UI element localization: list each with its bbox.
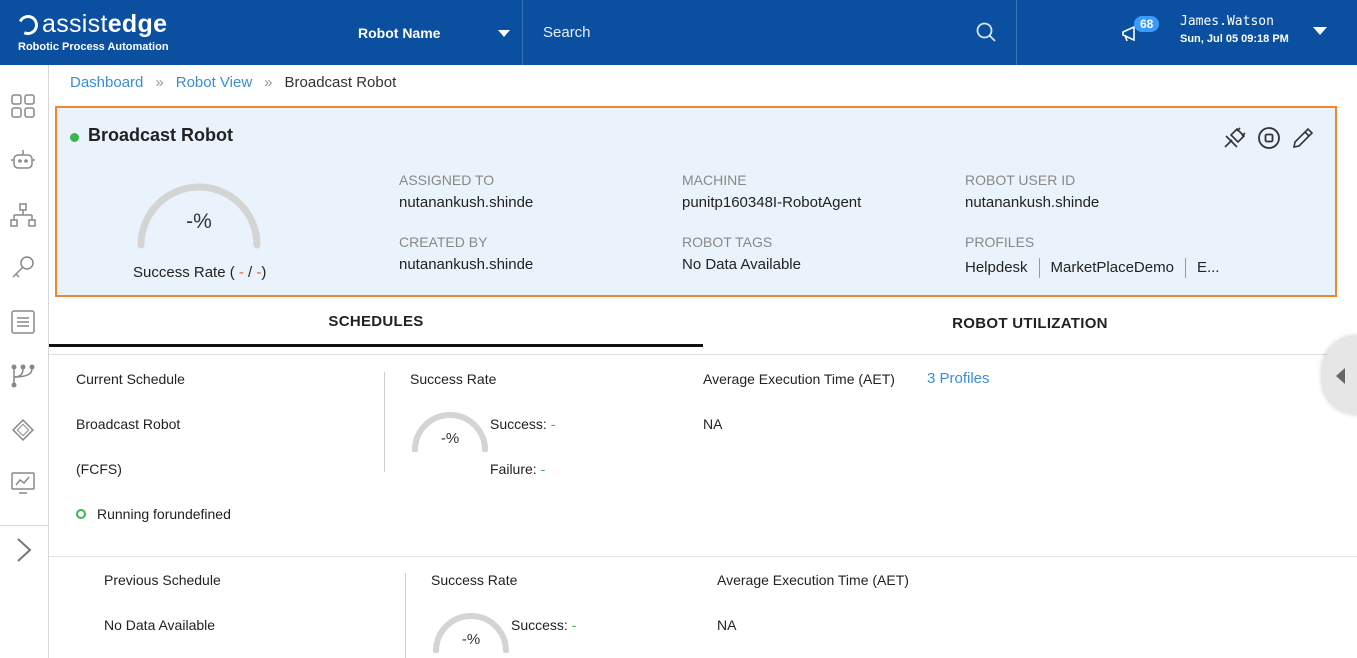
previous-success-rate-label: Success Rate — [431, 572, 518, 588]
logo-ring-icon — [15, 11, 41, 38]
schedule-divider — [49, 556, 1357, 557]
created-by-value: nutanankush.shinde — [399, 256, 534, 273]
tab-schedules[interactable]: SCHEDULES — [49, 299, 703, 347]
workflow-icon[interactable] — [10, 363, 36, 389]
hierarchy-icon[interactable] — [10, 202, 36, 228]
current-aet-label: Average Execution Time (AET) — [703, 371, 895, 387]
failure-value: - — [540, 461, 546, 477]
robot-status-dot — [70, 133, 79, 142]
success-rate-separator: / — [243, 264, 257, 281]
breadcrumb-separator: » — [155, 74, 164, 91]
robot-name-dropdown-label: Robot Name — [358, 24, 441, 41]
chevron-left-icon — [1336, 368, 1345, 384]
tab-schedules-label: SCHEDULES — [328, 313, 424, 330]
assigned-to-label: ASSIGNED TO — [399, 172, 495, 188]
monitor-chart-icon[interactable] — [10, 470, 36, 496]
brand-suffix: edge — [107, 10, 168, 38]
success-rate-gauge — [137, 183, 261, 249]
previous-success-gauge-value: -% — [461, 631, 481, 648]
current-aet-value: NA — [703, 416, 723, 432]
robot-tags-label: ROBOT TAGS — [682, 234, 773, 250]
search-placeholder: Search — [543, 24, 591, 41]
robot-title: Broadcast Robot — [88, 125, 234, 145]
success-rate-prefix: Success Rate ( — [133, 264, 239, 281]
profiles-label: PROFILES — [965, 234, 1035, 250]
chip-icon[interactable] — [10, 417, 36, 443]
created-by-label: CREATED BY — [399, 234, 488, 250]
section-divider — [405, 573, 406, 658]
brand-prefix: assist — [42, 10, 108, 38]
chevron-down-icon — [498, 30, 510, 37]
breadcrumb: Dashboard » Robot View » Broadcast Robot — [70, 74, 396, 91]
previous-schedule-label: Previous Schedule — [104, 572, 221, 588]
profile-tag-more[interactable]: E... — [1186, 258, 1231, 278]
breadcrumb-robot-view[interactable]: Robot View — [176, 74, 252, 91]
left-sidebar — [0, 65, 49, 658]
success-rate-suffix: ) — [261, 264, 267, 281]
running-status-icon — [76, 509, 86, 519]
current-success-rate-label: Success Rate — [410, 371, 497, 387]
app-header: assist edge Robotic Process Automation Ro… — [0, 0, 1357, 65]
brand-tagline: Robotic Process Automation — [18, 41, 169, 53]
search-icon[interactable] — [976, 22, 996, 42]
profiles-link[interactable]: 3 Profiles — [927, 370, 990, 387]
user-info[interactable]: James.Watson Sun, Jul 05 09:18 PM — [1180, 14, 1289, 45]
stop-icon[interactable] — [1257, 126, 1281, 150]
robot-summary-card: Broadcast Robot -% Success Rate ( - / -)… — [55, 106, 1337, 297]
previous-aet-label: Average Execution Time (AET) — [717, 572, 909, 588]
search-input[interactable]: Search — [523, 0, 1016, 65]
previous-schedule-name: No Data Available — [104, 617, 216, 633]
current-schedule-name: Broadcast Robot — [76, 416, 181, 432]
current-success-gauge-value: -% — [440, 430, 460, 447]
success-rate-label: Success Rate ( - / -) — [133, 264, 266, 281]
success-value: - — [571, 617, 577, 633]
notification-count-badge: 68 — [1134, 16, 1160, 32]
previous-aet-value: NA — [717, 617, 737, 633]
running-status-text: Running forundefined — [97, 506, 231, 522]
plug-disconnect-icon[interactable] — [1223, 126, 1247, 150]
user-name: James.Watson — [1180, 14, 1274, 29]
breadcrumb-dashboard[interactable]: Dashboard — [70, 74, 143, 91]
breadcrumb-current: Broadcast Robot — [284, 74, 397, 91]
profile-tag[interactable]: MarketPlaceDemo — [1040, 258, 1186, 278]
app-logo[interactable]: assist edge Robotic Process Automation — [15, 10, 169, 53]
machine-value: punitp160348I-RobotAgent — [682, 194, 862, 211]
robot-actions — [1223, 126, 1315, 150]
user-menu-chevron-down-icon[interactable] — [1313, 27, 1327, 35]
tab-robot-utilization[interactable]: ROBOT UTILIZATION — [703, 299, 1357, 347]
success-value: - — [550, 416, 556, 432]
robot-tabs: SCHEDULES ROBOT UTILIZATION — [49, 299, 1357, 355]
robot-icon[interactable] — [10, 147, 36, 173]
breadcrumb-separator: » — [264, 74, 273, 91]
list-icon[interactable] — [10, 309, 36, 335]
expand-sidebar-chevron-icon[interactable] — [10, 537, 36, 563]
success-rate-gauge-value: -% — [186, 210, 212, 233]
current-schedule-mode: (FCFS) — [76, 461, 122, 477]
robot-name-dropdown[interactable]: Robot Name — [358, 0, 522, 65]
notifications-button[interactable]: 68 — [1120, 16, 1170, 46]
robot-user-id-label: ROBOT USER ID — [965, 172, 1076, 188]
key-icon[interactable] — [10, 255, 36, 281]
header-divider — [1016, 0, 1017, 65]
brand-name: assist edge — [15, 10, 169, 39]
current-schedule-label: Current Schedule — [76, 371, 185, 387]
failure-label: Failure: — [490, 461, 537, 477]
section-divider — [384, 372, 385, 472]
success-label: Success: — [511, 617, 568, 633]
robot-tags-value: No Data Available — [682, 256, 801, 273]
assigned-to-value: nutanankush.shinde — [399, 194, 534, 211]
success-label: Success: — [490, 416, 547, 432]
profile-tag[interactable]: Helpdesk — [965, 258, 1040, 278]
edit-pencil-icon[interactable] — [1291, 126, 1315, 150]
sidebar-divider — [0, 525, 48, 526]
robot-user-id-value: nutanankush.shinde — [965, 194, 1100, 211]
dashboard-grid-icon[interactable] — [10, 93, 36, 119]
profiles-list: Helpdesk MarketPlaceDemo E... — [965, 258, 1230, 278]
current-datetime: Sun, Jul 05 09:18 PM — [1180, 33, 1289, 45]
machine-label: MACHINE — [682, 172, 747, 188]
tab-robot-utilization-label: ROBOT UTILIZATION — [952, 314, 1108, 332]
